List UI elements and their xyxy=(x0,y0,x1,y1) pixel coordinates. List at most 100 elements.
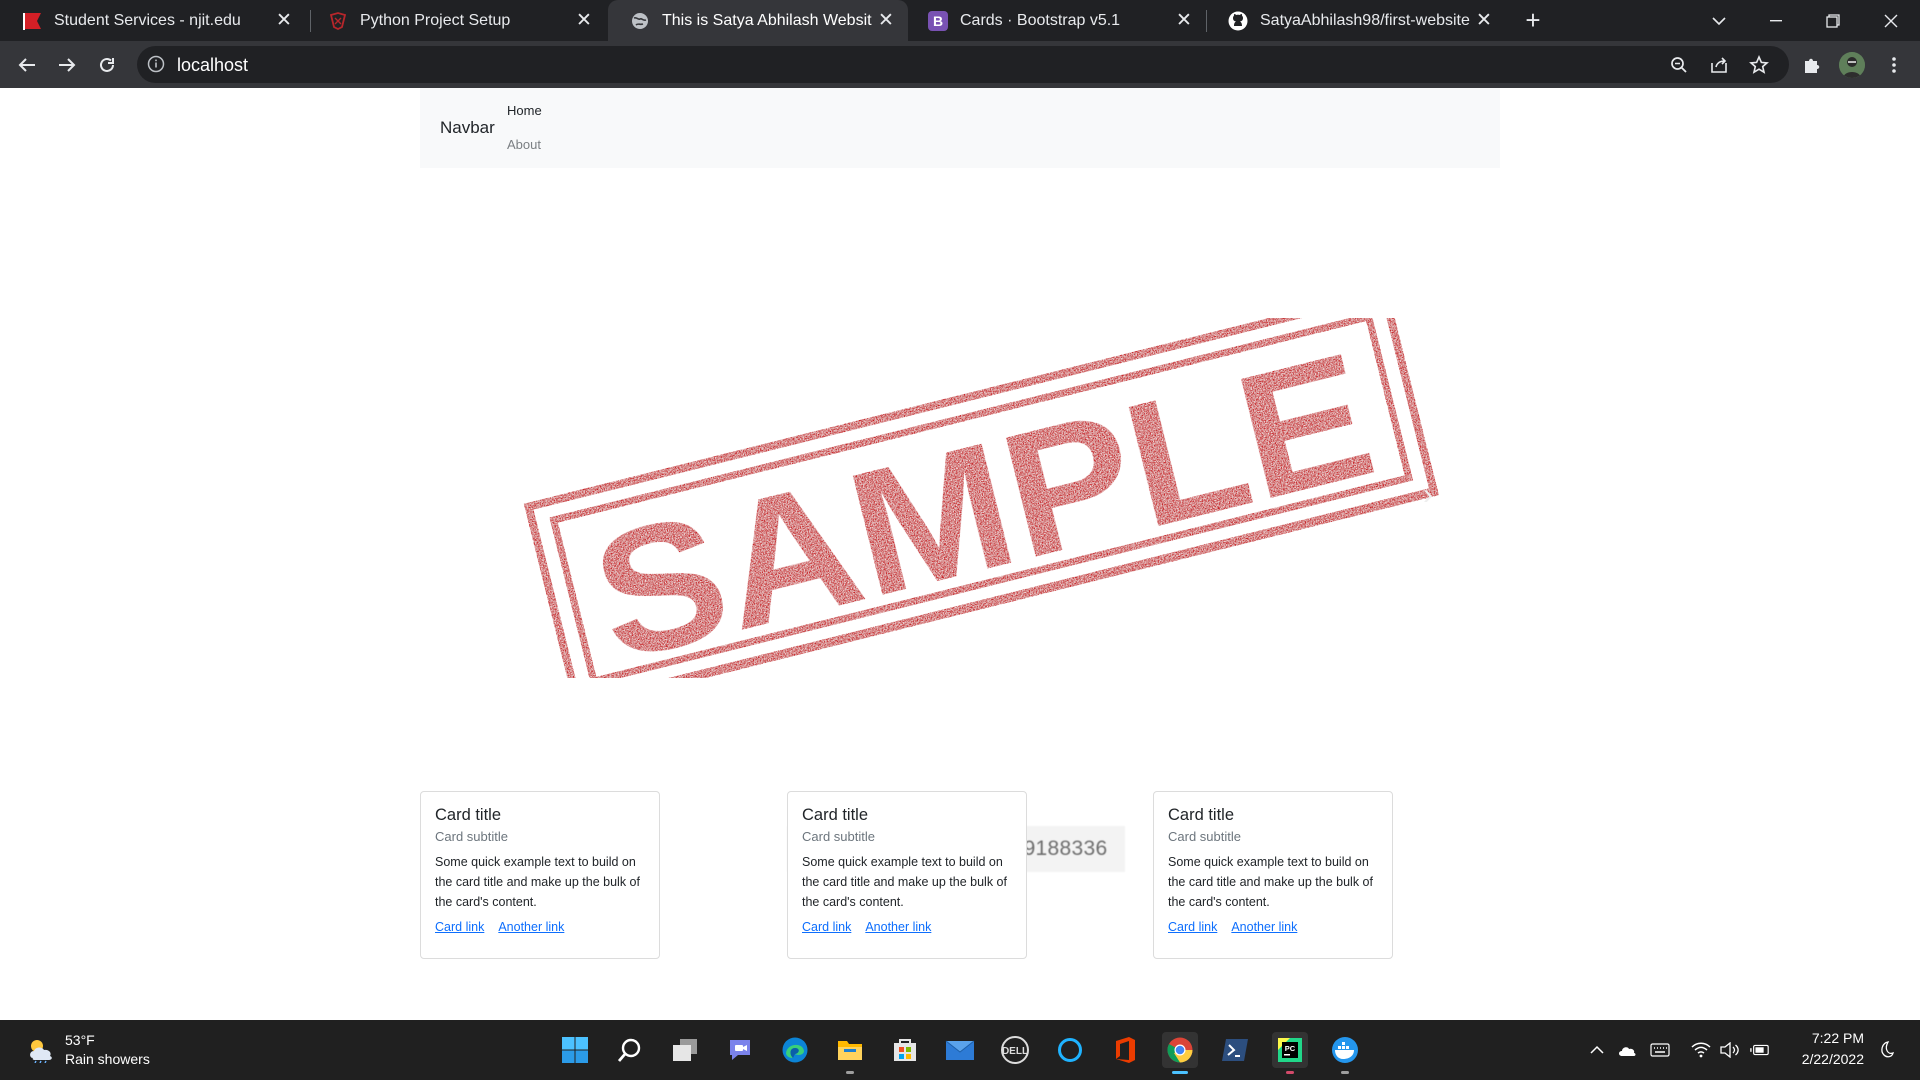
carousel-next-icon[interactable]: › xyxy=(1423,478,1433,512)
teams-chat-icon[interactable] xyxy=(722,1032,758,1068)
minimize-button[interactable] xyxy=(1753,0,1799,41)
edge-icon[interactable] xyxy=(777,1032,813,1068)
close-window-button[interactable] xyxy=(1868,0,1914,41)
arrow-left-icon xyxy=(18,58,35,72)
info-icon[interactable] xyxy=(147,55,167,75)
bookmark-star-icon[interactable] xyxy=(1747,53,1771,77)
card-title: Card title xyxy=(1168,806,1235,824)
another-link[interactable]: Another link xyxy=(865,920,931,934)
card-text: Some quick example text to build on the … xyxy=(1168,855,1373,909)
weather-description: Rain showers xyxy=(65,1051,150,1067)
close-icon[interactable]: ✕ xyxy=(1470,9,1498,32)
windows-start-icon[interactable] xyxy=(557,1032,593,1068)
tab-title: This is Satya Abhilash Website xyxy=(662,11,872,29)
docker-icon[interactable] xyxy=(1327,1032,1363,1074)
tab-github-first-website[interactable]: SatyaAbhilash98/first-website at ✕ xyxy=(1206,0,1506,41)
card: Card title Card subtitle Some quick exam… xyxy=(787,791,1027,959)
card-text: Some quick example text to build on the … xyxy=(802,855,1007,909)
forward-button[interactable] xyxy=(51,49,83,81)
search-icon[interactable] xyxy=(612,1032,648,1068)
close-icon[interactable]: ✕ xyxy=(570,9,598,32)
terminal-icon[interactable] xyxy=(1217,1032,1253,1068)
task-view-icon[interactable] xyxy=(667,1032,703,1068)
tab-strip: Student Services - njit.edu ✕ Python Pro… xyxy=(0,0,1920,41)
back-button[interactable] xyxy=(11,49,43,81)
office-icon[interactable] xyxy=(1107,1032,1143,1068)
chrome-icon[interactable] xyxy=(1162,1032,1198,1074)
navbar-brand[interactable]: Navbar xyxy=(440,118,495,138)
mail-icon[interactable] xyxy=(942,1032,978,1068)
tab-title: Cards · Bootstrap v5.1 xyxy=(960,11,1121,29)
file-explorer-icon[interactable] xyxy=(832,1032,868,1074)
chevron-up-icon[interactable] xyxy=(1587,1040,1607,1060)
more-menu-icon[interactable] xyxy=(1882,53,1906,77)
card: Card title Card subtitle Some quick exam… xyxy=(1153,791,1393,959)
pycharm-icon[interactable]: PC xyxy=(1272,1032,1308,1074)
svg-text:DELL: DELL xyxy=(1002,1046,1028,1057)
card-title: Card title xyxy=(435,806,502,824)
nav-link-about[interactable]: About xyxy=(507,137,541,152)
tab-title: Python Project Setup xyxy=(360,11,511,29)
volume-icon[interactable] xyxy=(1720,1040,1740,1060)
address-bar[interactable]: localhost xyxy=(137,46,1789,83)
web-page: Navbar Home About SAMPLE › shutterstock.… xyxy=(0,88,1920,1020)
sample-stamp-image: SAMPLE xyxy=(514,318,1449,678)
card-link[interactable]: Card link xyxy=(802,920,851,934)
tab-python-project-setup[interactable]: Python Project Setup ✕ xyxy=(306,0,606,41)
card: Card title Card subtitle Some quick exam… xyxy=(420,791,660,959)
active-indicator xyxy=(1172,1071,1188,1074)
another-link[interactable]: Another link xyxy=(498,920,564,934)
profile-avatar[interactable] xyxy=(1839,52,1865,78)
globe-icon xyxy=(630,11,650,31)
reload-button[interactable] xyxy=(91,49,123,81)
notification-moon-icon[interactable] xyxy=(1876,1040,1896,1060)
address-url[interactable]: localhost xyxy=(177,55,248,76)
svg-text:B: B xyxy=(933,13,943,29)
card-text: Some quick example text to build on the … xyxy=(435,855,640,909)
reload-icon xyxy=(100,57,114,72)
restore-icon xyxy=(1826,13,1840,28)
another-link[interactable]: Another link xyxy=(1231,920,1297,934)
wifi-icon[interactable] xyxy=(1691,1040,1711,1060)
card-subtitle: Card subtitle xyxy=(802,829,875,844)
battery-icon[interactable] xyxy=(1750,1040,1770,1060)
running-indicator xyxy=(1341,1071,1349,1074)
restore-button[interactable] xyxy=(1810,0,1856,41)
arrow-right-icon xyxy=(59,58,76,72)
card-link[interactable]: Card link xyxy=(1168,920,1217,934)
card-subtitle: Card subtitle xyxy=(1168,829,1241,844)
extensions-puzzle-icon[interactable] xyxy=(1800,53,1824,77)
close-icon[interactable]: ✕ xyxy=(1170,9,1198,32)
tab-title: SatyaAbhilash98/first-website at xyxy=(1260,11,1470,29)
weather-temperature: 53°F xyxy=(65,1032,95,1048)
njit-crest-icon xyxy=(328,11,348,31)
share-icon[interactable] xyxy=(1707,53,1731,77)
chevron-down-icon xyxy=(1712,16,1726,25)
zoom-icon[interactable] xyxy=(1667,53,1691,77)
running-indicator xyxy=(846,1071,854,1074)
clock-date: 2/22/2022 xyxy=(1801,1051,1864,1067)
close-icon xyxy=(1884,14,1898,27)
github-icon xyxy=(1228,11,1248,31)
tab-njit-student-services[interactable]: Student Services - njit.edu ✕ xyxy=(0,0,306,41)
tab-bootstrap-cards[interactable]: B Cards · Bootstrap v5.1 ✕ xyxy=(906,0,1206,41)
onedrive-cloud-icon[interactable] xyxy=(1617,1040,1637,1060)
tab-satya-website[interactable]: This is Satya Abhilash Website ✕ xyxy=(608,0,908,41)
tab-title: Student Services - njit.edu xyxy=(54,11,241,29)
microsoft-store-icon[interactable] xyxy=(887,1032,923,1068)
cortana-icon[interactable] xyxy=(1052,1032,1088,1068)
card-link[interactable]: Card link xyxy=(435,920,484,934)
dell-icon[interactable]: DELL xyxy=(997,1032,1033,1068)
new-tab-button[interactable]: + xyxy=(1518,6,1548,36)
card-subtitle: Card subtitle xyxy=(435,829,508,844)
cloud-rain-icon xyxy=(30,1040,52,1063)
tab-search-button[interactable] xyxy=(1696,0,1742,41)
svg-text:PC: PC xyxy=(1285,1044,1296,1053)
keyboard-icon[interactable] xyxy=(1650,1040,1670,1060)
bootstrap-icon: B xyxy=(928,10,948,31)
nav-link-home[interactable]: Home xyxy=(507,103,542,118)
close-icon[interactable]: ✕ xyxy=(270,9,298,32)
image-carousel: SAMPLE › shutterstock.com · 1389188336 xyxy=(420,258,1500,878)
close-icon[interactable]: ✕ xyxy=(872,9,900,32)
card-title: Card title xyxy=(802,806,869,824)
